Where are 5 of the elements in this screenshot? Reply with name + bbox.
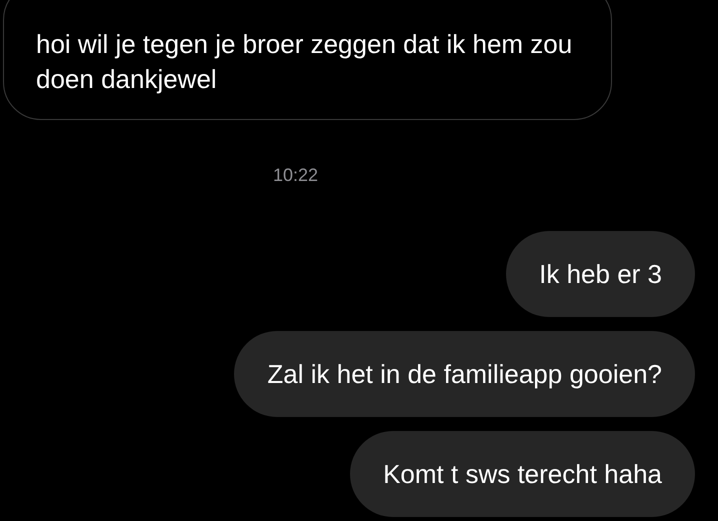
sent-message-bubble: Komt t sws terecht haha <box>350 431 695 517</box>
sent-message-bubble: Zal ik het in de familieapp gooien? <box>234 331 695 417</box>
sent-message-bubble: Ik heb er 3 <box>506 231 695 317</box>
received-message-bubble: hoi wil je tegen je broer zeggen dat ik hem zou doen dankjewel <box>3 0 612 120</box>
timestamp: 10:22 <box>273 164 318 187</box>
